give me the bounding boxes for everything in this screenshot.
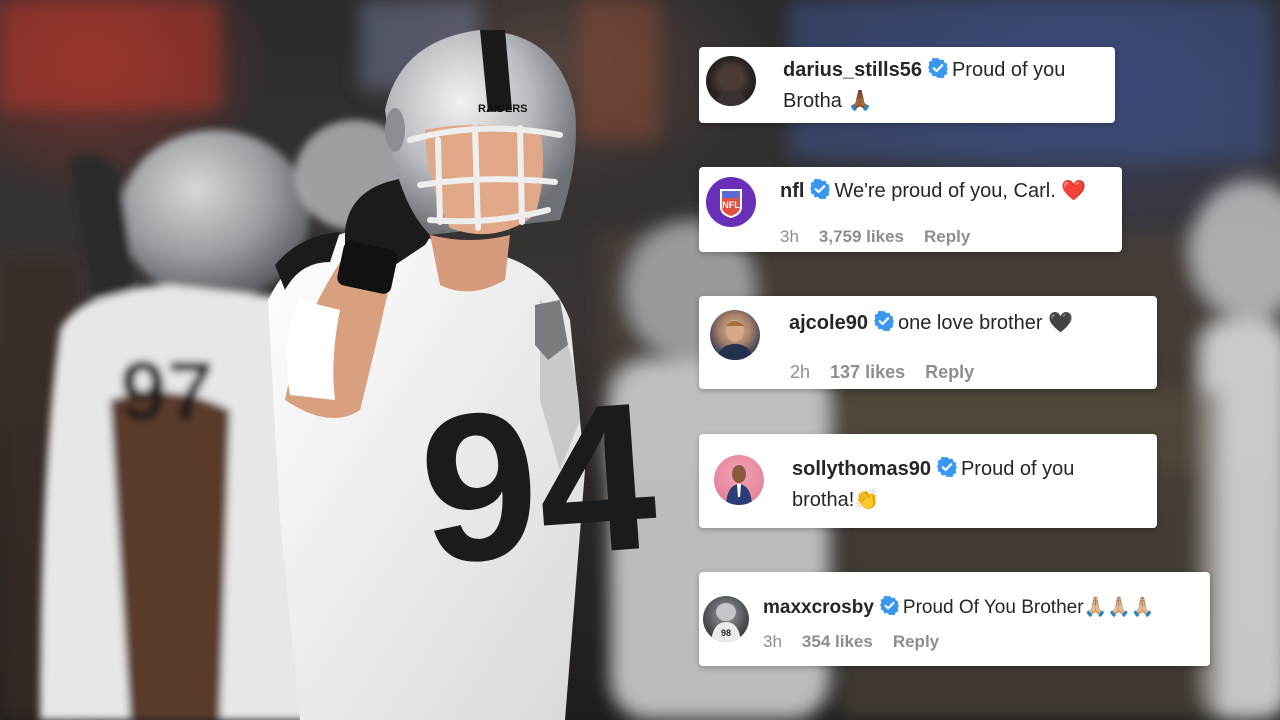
comment-body-line2: brotha!👏 [792, 489, 880, 511]
verified-badge-icon [810, 178, 831, 208]
reply-button[interactable]: Reply [924, 227, 970, 246]
comment-card-ajcole90: ajcole90 one love brother 🖤 2h 137 likes Re… [699, 296, 1157, 389]
comment-text: ajcole90 one love brother 🖤 [789, 309, 1149, 340]
comment-text: darius_stills56 Proud of you Brotha 🙏🏾 [783, 56, 1103, 116]
comment-card-maxxcrosby: 98 maxxcrosby Proud Of You Brother🙏🏼🙏🏼🙏🏼 … [699, 572, 1210, 666]
avatar[interactable]: NFL [706, 177, 756, 227]
username[interactable]: sollythomas90 [792, 458, 931, 480]
comment-meta: 2h 137 likes Reply [790, 362, 994, 383]
verified-badge-icon [879, 595, 899, 624]
likes-count[interactable]: 3,759 likes [819, 227, 904, 246]
jersey-number-97: 97 [120, 344, 213, 438]
username[interactable]: maxxcrosby [763, 597, 874, 618]
comment-time: 3h [780, 227, 799, 246]
likes-count[interactable]: 354 likes [802, 632, 873, 651]
likes-count[interactable]: 137 likes [830, 362, 905, 382]
verified-badge-icon [927, 57, 948, 87]
username[interactable]: ajcole90 [789, 312, 868, 334]
comment-meta: 3h 3,759 likes Reply [780, 227, 990, 247]
comment-body: one love brother 🖤 [897, 312, 1073, 334]
avatar-person-icon [716, 320, 754, 360]
comment-card-nfl: NFL nfl We're proud of you, Carl. ❤️ 3h 3,… [699, 167, 1122, 252]
verified-badge-icon [936, 456, 957, 486]
avatar-player-icon: 98 [711, 603, 741, 642]
avatar-person-icon [726, 465, 752, 505]
avatar-person-icon [714, 66, 748, 106]
username[interactable]: darius_stills56 [783, 59, 922, 81]
comment-body: Proud of you [951, 59, 1066, 81]
comment-time: 3h [763, 632, 782, 651]
comment-text: sollythomas90 Proud of you brotha!👏 [792, 455, 1142, 515]
helmet-text: RAIDERS [478, 103, 528, 115]
reply-button[interactable]: Reply [893, 632, 939, 651]
avatar[interactable] [714, 455, 764, 505]
verified-badge-icon [873, 310, 894, 340]
comment-body: Proud Of You Brother🙏🏼🙏🏼🙏🏼 [902, 597, 1155, 618]
nfl-shield-icon: NFL [720, 189, 742, 218]
comment-meta: 3h 354 likes Reply [763, 632, 959, 652]
reply-button[interactable]: Reply [925, 362, 974, 382]
jersey-number-94: 94 [413, 357, 662, 608]
username[interactable]: nfl [780, 180, 804, 202]
comment-body-line2: Brotha 🙏🏾 [783, 90, 873, 112]
avatar[interactable]: 98 [703, 596, 749, 642]
comment-card-sollythomas90: sollythomas90 Proud of you brotha!👏 [699, 434, 1157, 528]
comment-body: Proud of you [960, 458, 1075, 480]
svg-text:NFL: NFL [722, 200, 740, 210]
svg-text:98: 98 [721, 628, 731, 638]
comment-time: 2h [790, 362, 811, 382]
comment-card-darius: darius_stills56 Proud of you Brotha 🙏🏾 [699, 47, 1115, 123]
comment-text: maxxcrosby Proud Of You Brother🙏🏼🙏🏼🙏🏼 [763, 593, 1203, 624]
avatar[interactable] [710, 310, 760, 360]
comment-body: We're proud of you, Carl. ❤️ [834, 180, 1087, 202]
avatar[interactable] [706, 56, 756, 106]
comment-text: nfl We're proud of you, Carl. ❤️ [780, 177, 1116, 208]
